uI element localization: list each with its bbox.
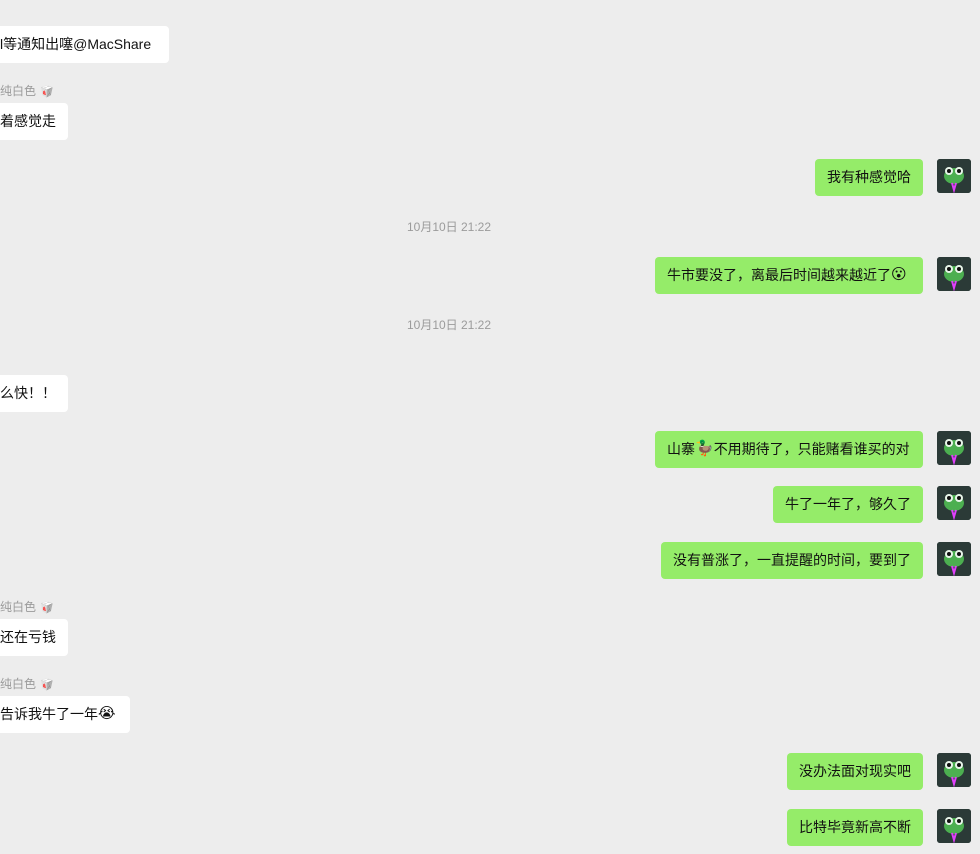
message-text: 还在亏钱 [0, 629, 56, 645]
frog-avatar-icon[interactable] [937, 486, 971, 520]
sender-name: 纯白色 🥡 [0, 599, 54, 615]
message-text: 没办法面对现实吧 [799, 763, 911, 779]
takeout-box-emoji-icon: 🥡 [40, 86, 54, 98]
outgoing-message-bubble[interactable]: 牛了一年了，够久了 [773, 486, 923, 523]
sender-name-text: 纯白色 [0, 84, 37, 98]
outgoing-message-bubble[interactable]: 比特毕竟新高不断 [787, 809, 923, 846]
frog-avatar-icon[interactable] [937, 809, 971, 843]
incoming-message-bubble[interactable]: 着感觉走 [0, 103, 68, 140]
frog-avatar-icon[interactable] [937, 431, 971, 465]
message-text: l等通知出噻@MacShare [0, 36, 152, 52]
outgoing-message-bubble[interactable]: 山寨🦆不用期待了，只能赌看谁买的对 [655, 431, 923, 468]
frog-avatar-icon[interactable] [937, 753, 971, 787]
takeout-box-emoji-icon: 🥡 [40, 679, 54, 691]
incoming-message-bubble[interactable]: 么快！！ [0, 375, 68, 412]
duck-emoji-icon: 🦆 [695, 440, 714, 458]
outgoing-message-bubble[interactable]: 没办法面对现实吧 [787, 753, 923, 790]
incoming-message-bubble[interactable]: 告诉我牛了一年😭 [0, 696, 130, 733]
outgoing-message-bubble[interactable]: 我有种感觉哈 [815, 159, 923, 196]
message-text: 么快！！ [0, 385, 56, 401]
incoming-message-bubble[interactable]: 还在亏钱 [0, 619, 68, 656]
takeout-box-emoji-icon: 🥡 [40, 602, 54, 614]
message-text: 没有普涨了，一直提醒的时间，要到了 [673, 552, 911, 568]
outgoing-message-bubble[interactable]: 没有普涨了，一直提醒的时间，要到了 [661, 542, 923, 579]
message-text: 不用期待了，只能赌看谁买的对 [713, 441, 910, 457]
sender-name-text: 纯白色 [0, 677, 37, 691]
timestamp: 10月10日 21:22 [406, 318, 492, 332]
sender-name: 纯白色 🥡 [0, 83, 54, 99]
message-text: 牛市要没了，离最后时间越来越近了 [667, 267, 891, 283]
outgoing-message-bubble[interactable]: 牛市要没了，离最后时间越来越近了😮 [655, 257, 923, 294]
incoming-message-bubble[interactable]: l等通知出噻@MacShare [0, 26, 169, 63]
message-text: 着感觉走 [0, 113, 56, 129]
sender-name: 纯白色 🥡 [0, 676, 54, 692]
message-text: 我有种感觉哈 [827, 169, 911, 185]
frog-avatar-icon[interactable] [937, 159, 971, 193]
timestamp: 10月10日 21:22 [406, 220, 492, 234]
message-text: 山寨 [667, 441, 695, 457]
message-text: 比特毕竟新高不断 [799, 819, 911, 835]
message-text: 牛了一年了，够久了 [785, 496, 911, 512]
crying-face-emoji-icon: 😭 [98, 705, 116, 723]
surprised-face-emoji-icon: 😮 [891, 266, 907, 284]
frog-avatar-icon[interactable] [937, 257, 971, 291]
message-text: 告诉我牛了一年 [0, 706, 98, 722]
frog-avatar-icon[interactable] [937, 542, 971, 576]
sender-name-text: 纯白色 [0, 600, 37, 614]
